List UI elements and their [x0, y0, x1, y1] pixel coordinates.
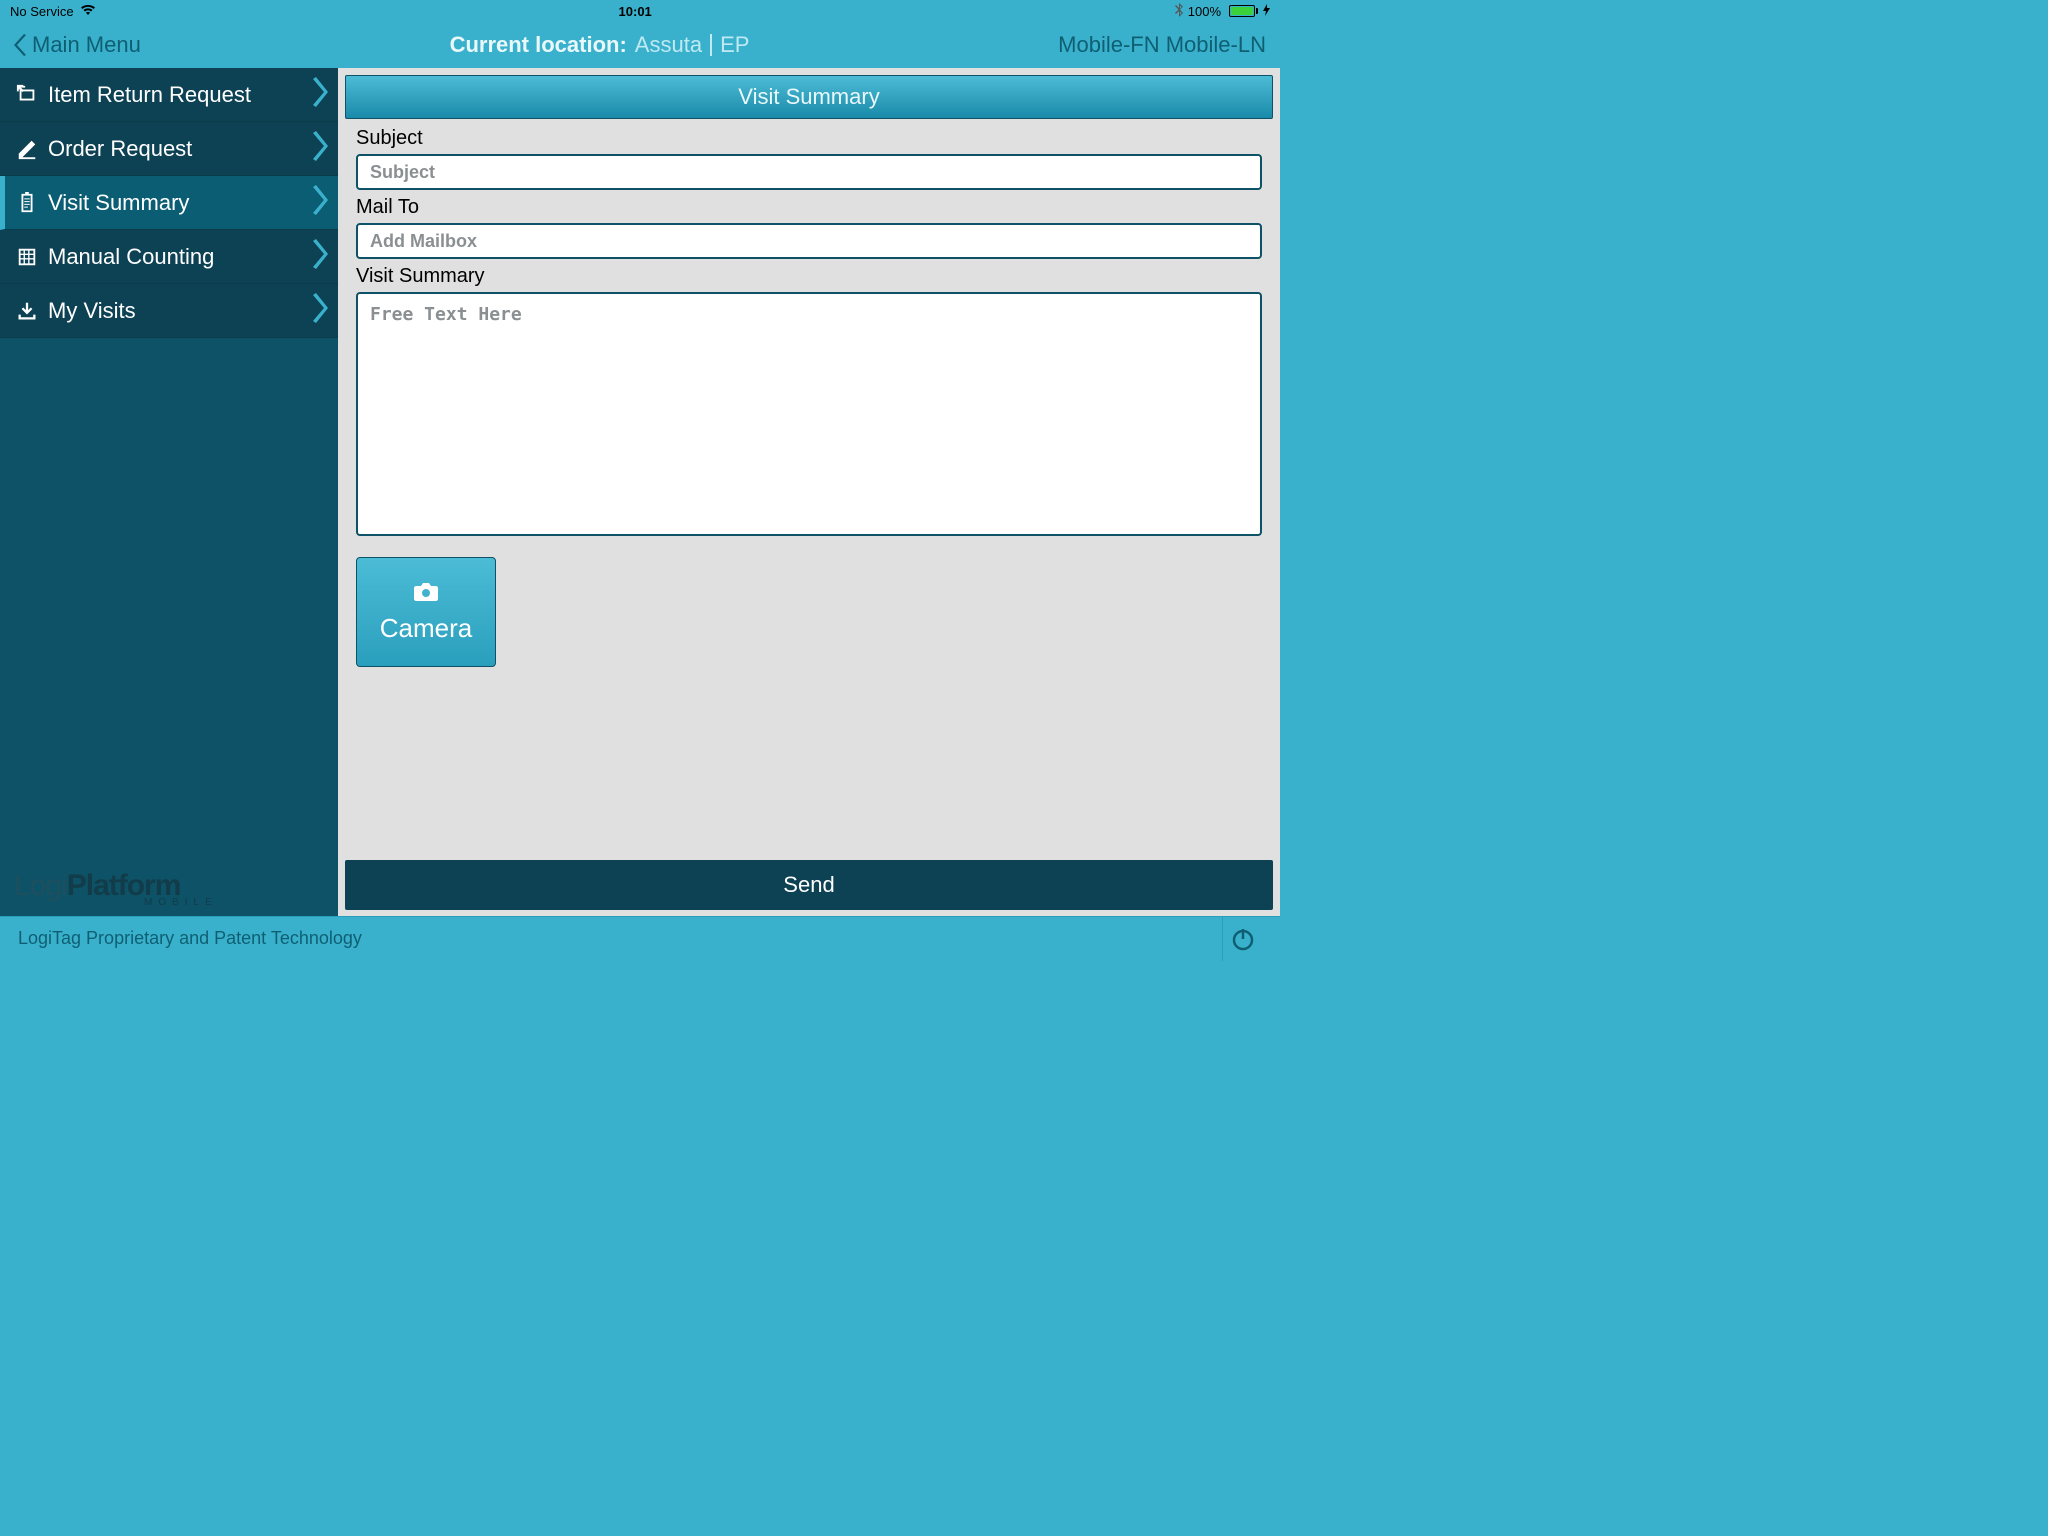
return-icon	[14, 84, 40, 106]
camera-icon	[412, 581, 440, 603]
summary-label: Visit Summary	[356, 265, 1262, 288]
sidebar-item-label: Visit Summary	[48, 190, 189, 216]
location-dept: EP	[720, 32, 749, 58]
sidebar-item-label: My Visits	[48, 298, 136, 324]
mailto-label: Mail To	[356, 196, 1262, 219]
mailto-input[interactable]	[356, 223, 1262, 259]
grid-icon	[14, 246, 40, 268]
send-button[interactable]: Send	[345, 860, 1273, 910]
sidebar-item-visit-summary[interactable]: Visit Summary	[0, 176, 338, 230]
battery-percent: 100%	[1188, 4, 1221, 19]
subject-label: Subject	[356, 127, 1262, 150]
sidebar-item-label: Order Request	[48, 136, 192, 162]
sidebar-item-label: Manual Counting	[48, 244, 214, 270]
subject-input[interactable]	[356, 154, 1262, 190]
sidebar-item-my-visits[interactable]: My Visits	[0, 284, 338, 338]
chevron-right-icon	[310, 131, 328, 167]
service-status: No Service	[10, 4, 74, 19]
footer-text: LogiTag Proprietary and Patent Technolog…	[18, 928, 362, 949]
camera-button[interactable]: Camera	[356, 557, 496, 667]
status-bar: No Service 10:01 100%	[0, 0, 1280, 22]
power-icon	[1230, 926, 1256, 952]
download-icon	[14, 300, 40, 322]
sidebar-item-item-return-request[interactable]: Item Return Request	[0, 68, 338, 122]
sidebar: Item Return Request Order Request Visit …	[0, 68, 338, 916]
sidebar-item-label: Item Return Request	[48, 82, 251, 108]
clock: 10:01	[96, 4, 1175, 19]
sidebar-item-order-request[interactable]: Order Request	[0, 122, 338, 176]
power-button[interactable]	[1222, 917, 1262, 961]
camera-label: Camera	[380, 613, 472, 644]
clipboard-icon	[14, 192, 40, 214]
back-button[interactable]: Main Menu	[14, 32, 141, 58]
back-label: Main Menu	[32, 32, 141, 58]
battery-icon	[1229, 5, 1258, 17]
summary-textarea[interactable]	[356, 292, 1262, 536]
edit-icon	[14, 138, 40, 160]
user-name: Mobile-FN Mobile-LN	[1058, 32, 1266, 58]
charging-icon	[1263, 4, 1270, 19]
wifi-icon	[80, 3, 96, 19]
bluetooth-icon	[1175, 3, 1184, 20]
chevron-right-icon	[310, 293, 328, 329]
brand-logo: LogiPlatform MOBILE	[0, 863, 338, 916]
location-label: Current location:	[450, 32, 627, 58]
location-site: Assuta	[635, 32, 702, 58]
footer: LogiTag Proprietary and Patent Technolog…	[0, 916, 1280, 960]
panel-title: Visit Summary	[345, 75, 1273, 119]
sidebar-item-manual-counting[interactable]: Manual Counting	[0, 230, 338, 284]
divider-icon	[710, 34, 712, 56]
app-header: Main Menu Current location: Assuta EP Mo…	[0, 22, 1280, 68]
location-breadcrumb: Current location: Assuta EP	[141, 32, 1058, 58]
chevron-right-icon	[310, 77, 328, 113]
chevron-right-icon	[310, 239, 328, 275]
chevron-right-icon	[310, 185, 328, 221]
content-panel: Visit Summary Subject Mail To Visit Summ…	[338, 68, 1280, 916]
